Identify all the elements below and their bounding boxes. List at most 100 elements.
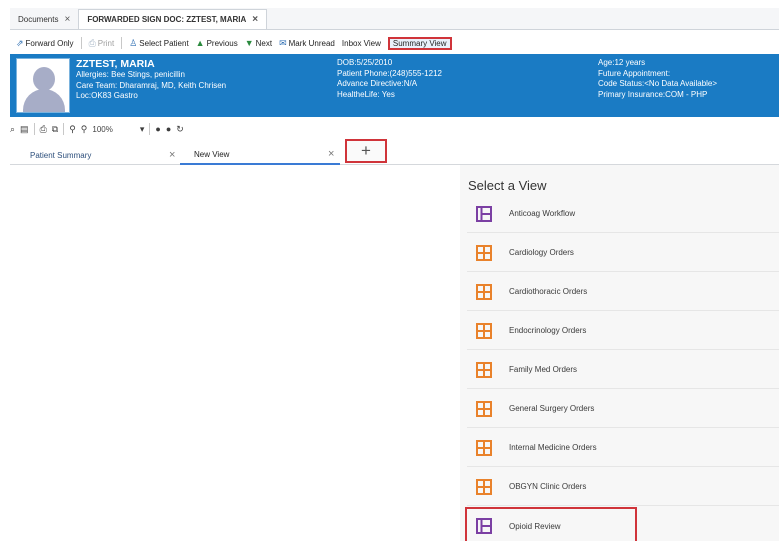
patient-care-team: Care Team: Dharamraj, MD, Keith Chrisen	[76, 80, 227, 90]
avatar-body-shape	[23, 89, 65, 112]
print-label: Print	[97, 38, 115, 48]
banner-column-1: ZZTEST, MARIA Allergies: Bee Stings, pen…	[76, 58, 226, 102]
toolbar-divider	[149, 123, 151, 135]
envelope-icon: ✉	[279, 37, 287, 48]
copy-icon[interactable]: ⧉	[52, 124, 58, 135]
zoom-in-icon[interactable]: ⚲	[69, 124, 76, 135]
patient-banner: ZZTEST, MARIA Allergies: Bee Stings, pen…	[10, 54, 779, 117]
patient-future-appointment: Future Appointment:	[598, 68, 671, 78]
tab-documents-label: Documents	[18, 14, 59, 24]
orders-icon	[475, 400, 493, 418]
tab-forwarded-sign-doc-label: FORWARDED SIGN DOC: ZZTEST, MARIA	[87, 15, 247, 24]
forward-icon: ⇗	[16, 37, 24, 48]
toolbar-divider	[33, 123, 35, 135]
next-button[interactable]: ▼ Next	[245, 38, 272, 48]
zoom-out-icon[interactable]: ⚲	[81, 124, 88, 135]
avatar	[16, 58, 70, 113]
tab-new-view[interactable]: New View ×	[180, 145, 340, 165]
summary-view-button[interactable]: Summary View	[387, 36, 452, 50]
up-arrow-icon: ▲	[195, 38, 205, 48]
binoculars-icon[interactable]: ⌕	[10, 124, 15, 135]
patient-code-status: Code Status:<No Data Available>	[598, 79, 718, 88]
view-option[interactable]: Internal Medicine Orders	[467, 429, 779, 467]
summary-view-label: Summary View	[392, 38, 447, 48]
tab-patient-summary-label: Patient Summary	[30, 150, 92, 160]
previous-label: Previous	[206, 38, 238, 48]
view-option-label: Endocrinology Orders	[509, 326, 587, 335]
document-icon[interactable]: ▤	[20, 124, 29, 135]
view-option[interactable]: Cardiology Orders	[467, 234, 779, 272]
orders-icon	[475, 439, 493, 457]
tab-patient-summary[interactable]: Patient Summary ×	[30, 145, 180, 165]
close-icon[interactable]: ×	[328, 148, 334, 160]
patient-primary-insurance: Primary Insurance:COM - PHP	[598, 89, 708, 99]
toolbar-divider	[63, 123, 65, 135]
printer-icon[interactable]: ⎙	[40, 124, 47, 135]
toolbar-divider	[80, 37, 82, 49]
patient-allergies[interactable]: Allergies: Bee Stings, penicillin	[76, 70, 226, 81]
view-tab-strip: Patient Summary × New View × +	[10, 139, 779, 165]
tab-documents[interactable]: Documents ×	[10, 9, 78, 29]
document-tab-strip: Documents × FORWARDED SIGN DOC: ZZTEST, …	[10, 8, 779, 30]
workflow-icon	[475, 205, 493, 223]
view-option-label: Cardiology Orders	[509, 248, 574, 257]
mark-unread-button[interactable]: ✉ Mark Unread	[279, 38, 335, 49]
select-view-title: Select a View	[468, 178, 547, 193]
patient-advance-directive: Advance Directive:N/A	[337, 79, 418, 88]
document-toolbar: ⇗ Forward Only ⎙ Print ♙ Select Patient …	[10, 33, 779, 53]
view-option[interactable]: Endocrinology Orders	[467, 312, 779, 350]
add-view-button[interactable]: +	[345, 139, 387, 163]
tab-forwarded-sign-doc[interactable]: FORWARDED SIGN DOC: ZZTEST, MARIA ×	[78, 9, 268, 29]
down-arrow-icon: ▼	[244, 38, 254, 48]
view-option-label: OBGYN Clinic Orders	[509, 482, 587, 491]
view-option-label: Internal Medicine Orders	[509, 443, 597, 452]
patient-name[interactable]: ZZTEST, MARIA	[76, 58, 226, 70]
print-button[interactable]: ⎙ Print	[89, 38, 115, 49]
view-option-label: Anticoag Workflow	[509, 209, 576, 218]
orders-icon	[475, 244, 493, 262]
close-icon[interactable]: ×	[64, 14, 70, 25]
avatar-head-shape	[33, 67, 55, 91]
tab-new-view-label: New View	[194, 149, 230, 159]
view-option-label: Family Med Orders	[509, 365, 578, 374]
printer-icon: ⎙	[88, 37, 96, 48]
patient-phone: Patient Phone:(248)555-1212	[337, 68, 442, 78]
orders-icon	[475, 361, 493, 379]
view-option-label: Opioid Review	[509, 521, 561, 531]
orders-icon	[475, 478, 493, 496]
view-option[interactable]: Cardiothoracic Orders	[467, 273, 779, 311]
select-patient-label: Select Patient	[139, 38, 189, 48]
select-patient-button[interactable]: ♙ Select Patient	[129, 38, 188, 49]
view-option[interactable]: Family Med Orders	[467, 351, 779, 389]
patient-age: Age:12 years	[598, 58, 646, 67]
patient-dob: DOB:5/25/2010	[337, 58, 393, 67]
close-icon[interactable]: ×	[252, 14, 258, 25]
view-option-label: General Surgery Orders	[509, 404, 595, 413]
workflow-icon	[475, 517, 493, 535]
forward-only-button[interactable]: ⇗ Forward Only	[16, 38, 74, 49]
person-icon: ♙	[129, 37, 138, 48]
view-option[interactable]: Anticoag Workflow	[467, 195, 779, 233]
refresh-icon[interactable]: ↻	[176, 124, 184, 135]
patient-location: Loc:OK83 Gastro	[76, 91, 138, 100]
orders-icon	[475, 322, 493, 340]
patient-healthelife: HealtheLife: Yes	[337, 89, 395, 99]
settings-icon[interactable]: ●	[155, 124, 160, 134]
banner-column-3: Age:12 years Future Appointment: Code St…	[598, 58, 717, 100]
view-option[interactable]: OBGYN Clinic Orders	[467, 468, 779, 506]
view-option[interactable]: General Surgery Orders	[467, 390, 779, 428]
info-icon[interactable]: ●	[166, 124, 171, 134]
close-icon[interactable]: ×	[169, 149, 175, 161]
banner-column-2: DOB:5/25/2010 Patient Phone:(248)555-121…	[337, 58, 442, 100]
forward-only-label: Forward Only	[25, 38, 74, 48]
next-label: Next	[255, 38, 273, 48]
view-option[interactable]: Opioid Review	[465, 507, 637, 541]
inbox-view-button[interactable]: Inbox View	[342, 39, 381, 48]
orders-icon	[475, 283, 493, 301]
previous-button[interactable]: ▲ Previous	[196, 38, 238, 48]
chevron-down-icon[interactable]: ▾	[140, 124, 145, 135]
plus-icon: +	[361, 141, 371, 160]
zoom-level[interactable]: 100%	[92, 125, 112, 134]
view-toolbar: ⌕ ▤ ⎙ ⧉ ⚲ ⚲ 100% ▾ ● ● ↻	[10, 122, 184, 136]
inbox-view-label: Inbox View	[341, 38, 381, 48]
